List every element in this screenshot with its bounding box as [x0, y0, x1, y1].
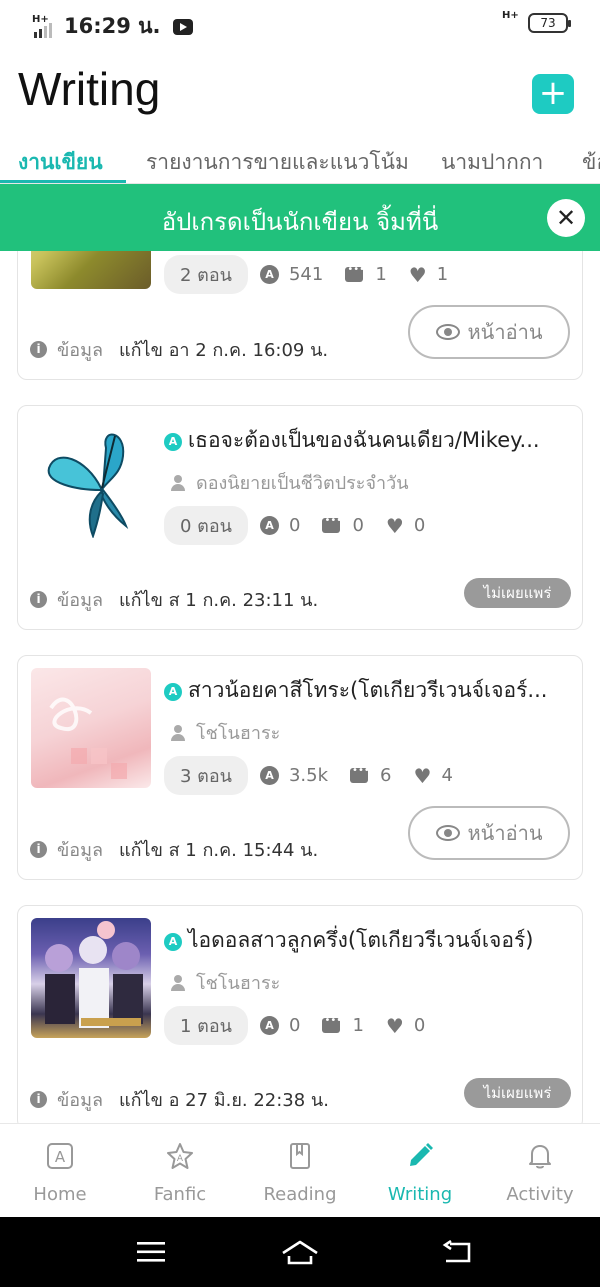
tab-bar: งานเขียน รายงานการขายและแนวโน้ม นามปากกา… — [0, 138, 600, 184]
status-bar: H+ 16:29 น. H+ 73 — [0, 0, 600, 48]
story-title[interactable]: A เธอจะต้องเป็นของฉันคนเดียว/Mikey... — [164, 424, 574, 457]
person-icon — [170, 474, 186, 491]
unpublished-badge: ไม่เผยแพร่ — [464, 578, 571, 608]
edited-date: แก้ไข อ 27 มิ.ย. 22:38 น. — [119, 1090, 329, 1111]
tab-more[interactable]: ข้อ — [582, 146, 600, 179]
story-title[interactable]: A สาวน้อยคาสีโทระ(โตเกียวรีเวนจ์เจอร์... — [164, 674, 574, 707]
clock: 16:29 น. — [64, 14, 161, 38]
edited-date: แก้ไข ส 1 ก.ค. 23:11 น. — [119, 590, 319, 611]
unpublished-badge: ไม่เผยแพร่ — [464, 1078, 571, 1108]
bell-icon — [529, 1145, 551, 1169]
svg-text:A: A — [55, 1148, 66, 1166]
episode-count: 3 ตอน — [164, 756, 248, 795]
book-icon — [290, 1143, 310, 1169]
active-tab-indicator — [0, 180, 126, 183]
signal-icon: H+ — [32, 14, 58, 38]
info-icon[interactable]: i — [30, 841, 47, 858]
comment-icon — [350, 765, 370, 783]
heart-icon: ♥ — [413, 763, 432, 788]
views-icon: A — [259, 1016, 279, 1035]
menu-icon[interactable] — [136, 1241, 166, 1263]
pencil-icon — [410, 1143, 433, 1166]
views-icon: A — [259, 766, 279, 785]
mobile-data-icon: H+ — [502, 10, 519, 21]
svg-text:A: A — [177, 1154, 184, 1164]
original-badge-icon: A — [164, 433, 182, 451]
story-info-row: i ข้อมูล แก้ไข อ 27 มิ.ย. 22:38 น. — [30, 1085, 329, 1114]
youtube-notification-icon — [172, 18, 193, 35]
story-cover-anime-group — [31, 918, 151, 1038]
edited-date: แก้ไข อา 2 ก.ค. 16:09 น. — [119, 340, 329, 361]
story-info-row: i ข้อมูล แก้ไข ส 1 ก.ค. 15:44 น. — [30, 835, 318, 864]
home-icon[interactable] — [280, 1239, 320, 1265]
upgrade-banner[interactable]: อัปเกรดเป็นนักเขียน จิ้มที่นี่ — [0, 184, 600, 251]
comment-icon — [322, 1015, 342, 1033]
person-icon — [170, 724, 186, 741]
butterfly-image — [47, 433, 129, 538]
fanfic-star-icon: A — [167, 1143, 193, 1169]
edited-date: แก้ไข ส 1 ก.ค. 15:44 น. — [119, 840, 319, 861]
story-info-row: i ข้อมูล แก้ไข อา 2 ก.ค. 16:09 น. — [30, 335, 328, 364]
page-title: Writing — [18, 63, 161, 115]
original-badge-icon: A — [164, 933, 182, 951]
upgrade-banner-text[interactable]: อัปเกรดเป็นนักเขียน จิ้มที่นี่ — [0, 202, 600, 241]
add-story-button[interactable]: + — [532, 74, 574, 114]
read-page-button[interactable]: หน้าอ่าน — [408, 806, 570, 860]
person-icon — [170, 974, 186, 991]
episode-count: 1 ตอน — [164, 1006, 248, 1045]
system-navigation-bar — [0, 1217, 600, 1287]
battery-icon: 73 — [528, 13, 571, 33]
comment-icon — [322, 515, 342, 533]
home-a-icon: A — [47, 1143, 73, 1169]
nav-activity[interactable]: Activity — [480, 1124, 600, 1218]
story-author: ดองนิยายเป็นชีวิตประจำวัน — [170, 468, 409, 497]
story-stats: 0 ตอน A0 0 ♥0 — [164, 506, 447, 545]
original-badge-icon: A — [164, 683, 182, 701]
comment-icon — [345, 264, 365, 282]
story-info-row: i ข้อมูล แก้ไข ส 1 ก.ค. 23:11 น. — [30, 585, 318, 614]
story-author: โชโนฮาระ — [170, 968, 280, 997]
banner-close-button[interactable]: ✕ — [547, 199, 585, 237]
episode-count: 2 ตอน — [164, 255, 248, 294]
tab-pen-name[interactable]: นามปากกา — [441, 146, 543, 179]
tab-sales-report[interactable]: รายงานการขายและแนวโน้ม — [146, 146, 409, 179]
tab-my-works[interactable]: งานเขียน — [18, 146, 103, 179]
eye-icon — [435, 825, 460, 841]
story-stats: 1 ตอน A0 1 ♥0 — [164, 1006, 447, 1045]
episode-count: 0 ตอน — [164, 506, 248, 545]
story-stats: 2 ตอน A541 1 ♥1 — [164, 255, 470, 294]
story-cover-butterfly — [31, 418, 151, 538]
story-card[interactable]: A ไอดอลสาวลูกครึ่ง(โตเกียวรีเวนจ์เจอร์) โ… — [17, 905, 583, 1130]
views-icon: A — [259, 516, 279, 535]
story-card[interactable]: A สาวน้อยคาสีโทระ(โตเกียวรีเวนจ์เจอร์... … — [17, 655, 583, 880]
close-icon: ✕ — [555, 204, 577, 232]
plus-icon: + — [538, 72, 568, 113]
story-author: โชโนฮาระ — [170, 718, 280, 747]
heart-icon: ♥ — [408, 262, 427, 287]
info-icon[interactable]: i — [30, 591, 47, 608]
nav-writing[interactable]: Writing — [360, 1124, 480, 1218]
app-screen: H+ 16:29 น. H+ 73 Writing + งานเขียน ราย… — [0, 0, 600, 1287]
story-card[interactable]: A เธอจะต้องเป็นของฉันคนเดียว/Mikey... ดอง… — [17, 405, 583, 630]
views-icon: A — [259, 265, 279, 284]
heart-icon: ♥ — [385, 1013, 404, 1038]
eye-icon — [435, 324, 460, 340]
nav-reading[interactable]: Reading — [240, 1124, 360, 1218]
heart-icon: ♥ — [385, 513, 404, 538]
back-icon[interactable] — [442, 1240, 472, 1264]
bottom-navigation: A Home A Fanfic Reading Writing Activity — [0, 1123, 600, 1217]
story-cover — [31, 668, 151, 788]
read-page-button[interactable]: หน้าอ่าน — [408, 305, 570, 359]
story-title[interactable]: A ไอดอลสาวลูกครึ่ง(โตเกียวรีเวนจ์เจอร์) — [164, 924, 574, 957]
story-stats: 3 ตอน A3.5k 6 ♥4 — [164, 756, 475, 795]
info-icon[interactable]: i — [30, 341, 47, 358]
info-icon[interactable]: i — [30, 1091, 47, 1108]
nav-fanfic[interactable]: A Fanfic — [120, 1124, 240, 1218]
nav-home[interactable]: A Home — [0, 1124, 120, 1218]
